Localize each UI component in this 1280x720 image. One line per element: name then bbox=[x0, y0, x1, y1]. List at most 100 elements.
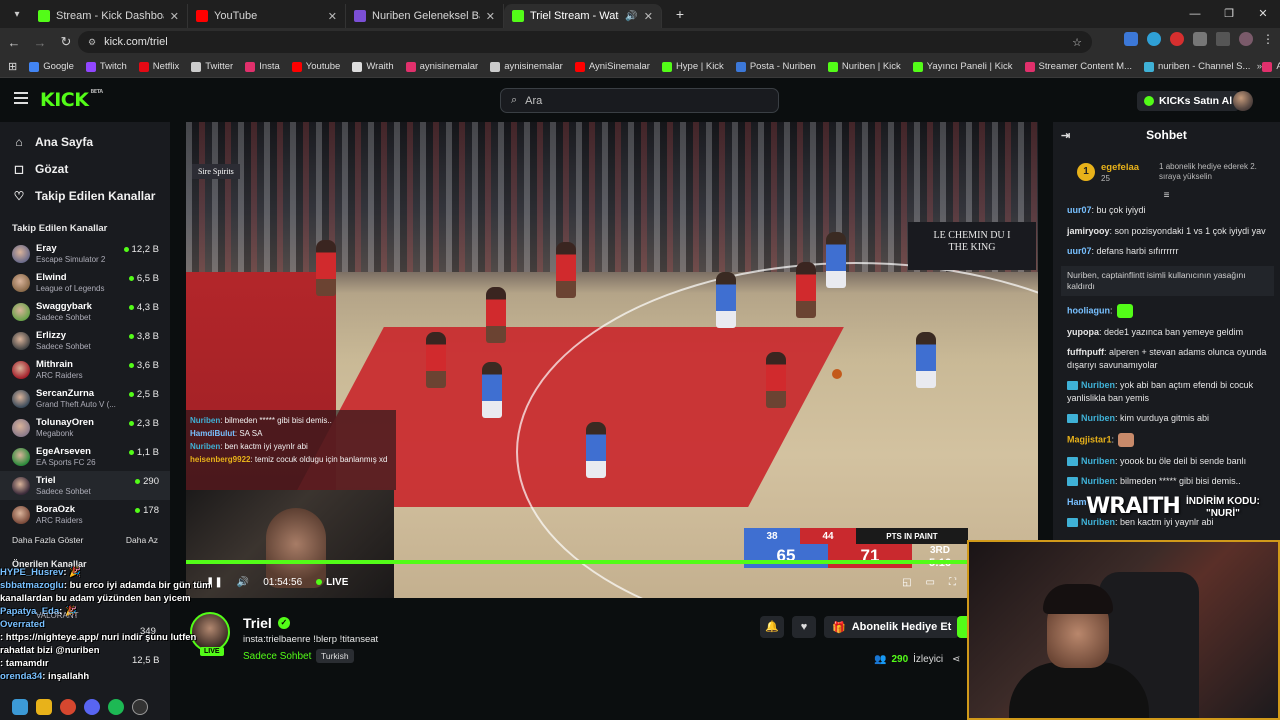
back-icon[interactable]: ← bbox=[2, 35, 26, 50]
bookmark-item[interactable]: Google bbox=[29, 61, 74, 72]
bookmark-item[interactable]: Twitch bbox=[85, 61, 127, 72]
chat-message[interactable]: uur07: defans harbi sıfırrrrrr bbox=[1067, 245, 1268, 258]
bookmark-item[interactable]: Hype | Kick bbox=[661, 61, 724, 72]
chat-username[interactable]: Nuriben bbox=[1081, 476, 1115, 486]
profile-avatar[interactable] bbox=[1239, 32, 1253, 46]
bookmark-item[interactable]: nuriben - Channel S... bbox=[1143, 61, 1250, 72]
followed-channel[interactable]: Eray Escape Simulator 2 12,2 B bbox=[0, 239, 170, 268]
user-avatar[interactable] bbox=[1233, 91, 1253, 111]
tab-search-button[interactable]: ▾ bbox=[4, 3, 30, 25]
site-info-icon[interactable]: ⚙ bbox=[88, 37, 96, 48]
menu-icon[interactable] bbox=[14, 92, 28, 104]
search-input[interactable]: ⌕ Ara bbox=[500, 88, 779, 113]
nav-item-following[interactable]: ♡ Takip Edilen Kanallar bbox=[0, 182, 170, 209]
expand-chat-icon[interactable]: ≡ bbox=[1053, 190, 1280, 204]
new-tab-button[interactable]: + bbox=[668, 6, 692, 22]
close-tab-icon[interactable]: ✕ bbox=[644, 10, 653, 23]
chat-username[interactable]: uur07 bbox=[1067, 246, 1092, 256]
close-tab-icon[interactable]: ✕ bbox=[170, 10, 179, 23]
show-more-button[interactable]: Daha Fazla Göster bbox=[12, 535, 83, 545]
menu-icon[interactable]: ⋮ bbox=[1262, 32, 1274, 46]
theater-mode-icon[interactable]: ▭ bbox=[926, 577, 935, 588]
buy-kicks-button[interactable]: KICKs Satın Al bbox=[1137, 91, 1240, 111]
clip-icon[interactable]: ◱ bbox=[902, 577, 911, 588]
bookmark-item[interactable]: AyniSinemalar bbox=[574, 61, 650, 72]
gift-leaderboard[interactable]: 1 egefelaa 25 1 abonelik hediye ederek 2… bbox=[1061, 154, 1272, 190]
explorer-icon[interactable] bbox=[36, 699, 52, 715]
chrome-icon[interactable] bbox=[60, 699, 76, 715]
chat-username[interactable]: hooliagun bbox=[1067, 305, 1110, 315]
share-icon[interactable]: ⋖ bbox=[952, 654, 960, 665]
bookmark-item[interactable]: Twitter bbox=[191, 61, 233, 72]
chat-message[interactable]: Nuriben: yoook bu öle deil bi sende banl… bbox=[1067, 455, 1268, 468]
followed-channel[interactable]: EgeArseven EA Sports FC 26 1,1 B bbox=[0, 442, 170, 471]
extension-icon[interactable] bbox=[1170, 32, 1184, 46]
chat-username[interactable]: Nuriben bbox=[1081, 456, 1115, 466]
notification-bell-button[interactable]: 🔔 bbox=[760, 616, 784, 638]
apps-icon[interactable]: ⊞ bbox=[8, 60, 17, 73]
windows-icon[interactable] bbox=[12, 699, 28, 715]
bookmark-item[interactable]: Insta bbox=[245, 61, 280, 72]
followed-channel[interactable]: Erlizzy Sadece Sohbet 3,8 B bbox=[0, 326, 170, 355]
puzzle-icon[interactable] bbox=[1193, 32, 1207, 46]
gift-subscription-button[interactable]: 🎁 Abonelik Hediye Et bbox=[824, 616, 960, 638]
stream-category[interactable]: Sadece Sohbet bbox=[243, 651, 311, 662]
collapse-chat-icon[interactable]: ⇥ bbox=[1061, 129, 1070, 142]
chat-username[interactable]: Nuriben bbox=[1081, 413, 1115, 423]
fullscreen-icon[interactable]: ⛶ bbox=[949, 577, 956, 588]
favorite-heart-button[interactable]: ♥ bbox=[792, 616, 816, 638]
chat-message[interactable]: Magjistar1: bbox=[1067, 432, 1268, 447]
chat-username[interactable]: yupopa bbox=[1067, 327, 1099, 337]
browser-tab[interactable]: Nuriben Geleneksel Ban Kaldırm ✕ bbox=[346, 4, 504, 28]
bookmark-item[interactable]: Posta - Nuriben bbox=[735, 61, 816, 72]
reload-icon[interactable]: ↻ bbox=[54, 34, 78, 50]
chat-username[interactable]: jamiryooy bbox=[1067, 226, 1110, 236]
live-progress-bar[interactable] bbox=[186, 560, 1038, 564]
media-icon[interactable] bbox=[1216, 32, 1230, 46]
browser-tab[interactable]: Stream - Kick Dashboard ✕ bbox=[30, 4, 188, 28]
followed-channel[interactable]: Triel Sadece Sohbet 290 bbox=[0, 471, 170, 500]
chat-username[interactable]: Ham bbox=[1067, 497, 1087, 507]
followed-channel[interactable]: TolunayOren Megabonk 2,3 B bbox=[0, 413, 170, 442]
chat-message[interactable]: hooliagun: bbox=[1067, 303, 1268, 318]
bookmark-star-icon[interactable]: ☆ bbox=[1072, 36, 1082, 49]
extension-icon[interactable] bbox=[1147, 32, 1161, 46]
restore-icon[interactable]: ❐ bbox=[1212, 0, 1246, 28]
bookmark-item[interactable]: Aynı Sinemalar - Ça... bbox=[1262, 61, 1280, 72]
chat-message[interactable]: Nuriben: bilmeden ***** gibi bisi demis.… bbox=[1067, 475, 1268, 488]
followed-channel[interactable]: Mithrain ARC Raiders 3,6 B bbox=[0, 355, 170, 384]
chat-message[interactable]: uur07: bu çok iyiydi bbox=[1067, 204, 1268, 217]
browser-tab[interactable]: Triel Stream - Watch Live on 🔊 ✕ bbox=[504, 4, 662, 28]
browser-tab[interactable]: YouTube ✕ bbox=[188, 4, 346, 28]
chat-username[interactable]: Magjistar1 bbox=[1067, 434, 1112, 444]
nav-item-browse[interactable]: ◻ Gözat bbox=[0, 155, 170, 182]
bookmark-item[interactable]: Wraith bbox=[352, 61, 394, 72]
followed-channel[interactable]: BoraOzk ARC Raiders 178 bbox=[0, 500, 170, 529]
bookmark-item[interactable]: Yayıncı Paneli | Kick bbox=[912, 61, 1013, 72]
discord-icon[interactable] bbox=[84, 699, 100, 715]
followed-channel[interactable]: Elwind League of Legends 6,5 B bbox=[0, 268, 170, 297]
spotify-icon[interactable] bbox=[108, 699, 124, 715]
video-player[interactable]: Sire Spirits LE CHEMIN DU I THE KING Nur… bbox=[186, 122, 1038, 598]
nav-item-home[interactable]: ⌂ Ana Sayfa bbox=[0, 128, 170, 155]
followed-channel[interactable]: SercanZurna Grand Theft Auto V (... 2,5 B bbox=[0, 384, 170, 413]
language-tag[interactable]: Turkish bbox=[316, 649, 354, 663]
chat-message[interactable]: fuffnpuff: alperen + stevan adams olunca… bbox=[1067, 346, 1268, 371]
kick-logo[interactable]: KICK BETA bbox=[40, 89, 103, 111]
followed-channel[interactable]: Swaggybark Sadece Sohbet 4,3 B bbox=[0, 297, 170, 326]
obs-icon[interactable] bbox=[132, 699, 148, 715]
bookmark-item[interactable]: Netflix bbox=[138, 61, 179, 72]
bookmark-item[interactable]: Youtube bbox=[291, 61, 340, 72]
close-window-icon[interactable]: ✕ bbox=[1246, 0, 1280, 28]
forward-icon[interactable]: → bbox=[28, 35, 52, 50]
chat-message[interactable]: yupopa: dede1 yazınca ban yemeye geldim bbox=[1067, 326, 1268, 339]
close-tab-icon[interactable]: ✕ bbox=[486, 10, 495, 23]
extension-icon[interactable] bbox=[1124, 32, 1138, 46]
streamer-name[interactable]: Triel ✓ bbox=[243, 615, 290, 631]
bookmark-item[interactable]: Streamer Content M... bbox=[1024, 61, 1132, 72]
chat-message[interactable]: Nuriben: yok abi ban açtım efendi bi coc… bbox=[1067, 379, 1268, 404]
show-less-button[interactable]: Daha Az bbox=[126, 535, 158, 545]
bookmark-item[interactable]: Nuriben | Kick bbox=[827, 61, 901, 72]
chat-message[interactable]: Nuriben: kim vurduya gitmis abi bbox=[1067, 412, 1268, 425]
follow-button[interactable] bbox=[957, 616, 967, 638]
